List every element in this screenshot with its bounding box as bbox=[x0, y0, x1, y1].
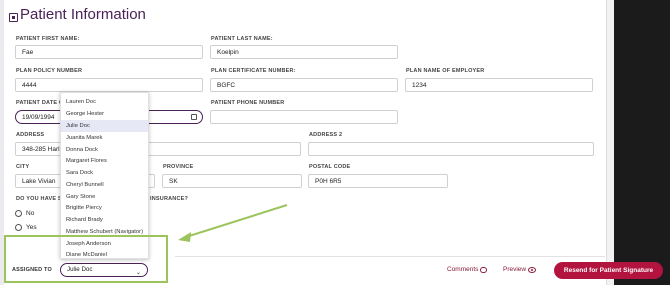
annotation-arrow-icon bbox=[178, 204, 288, 242]
